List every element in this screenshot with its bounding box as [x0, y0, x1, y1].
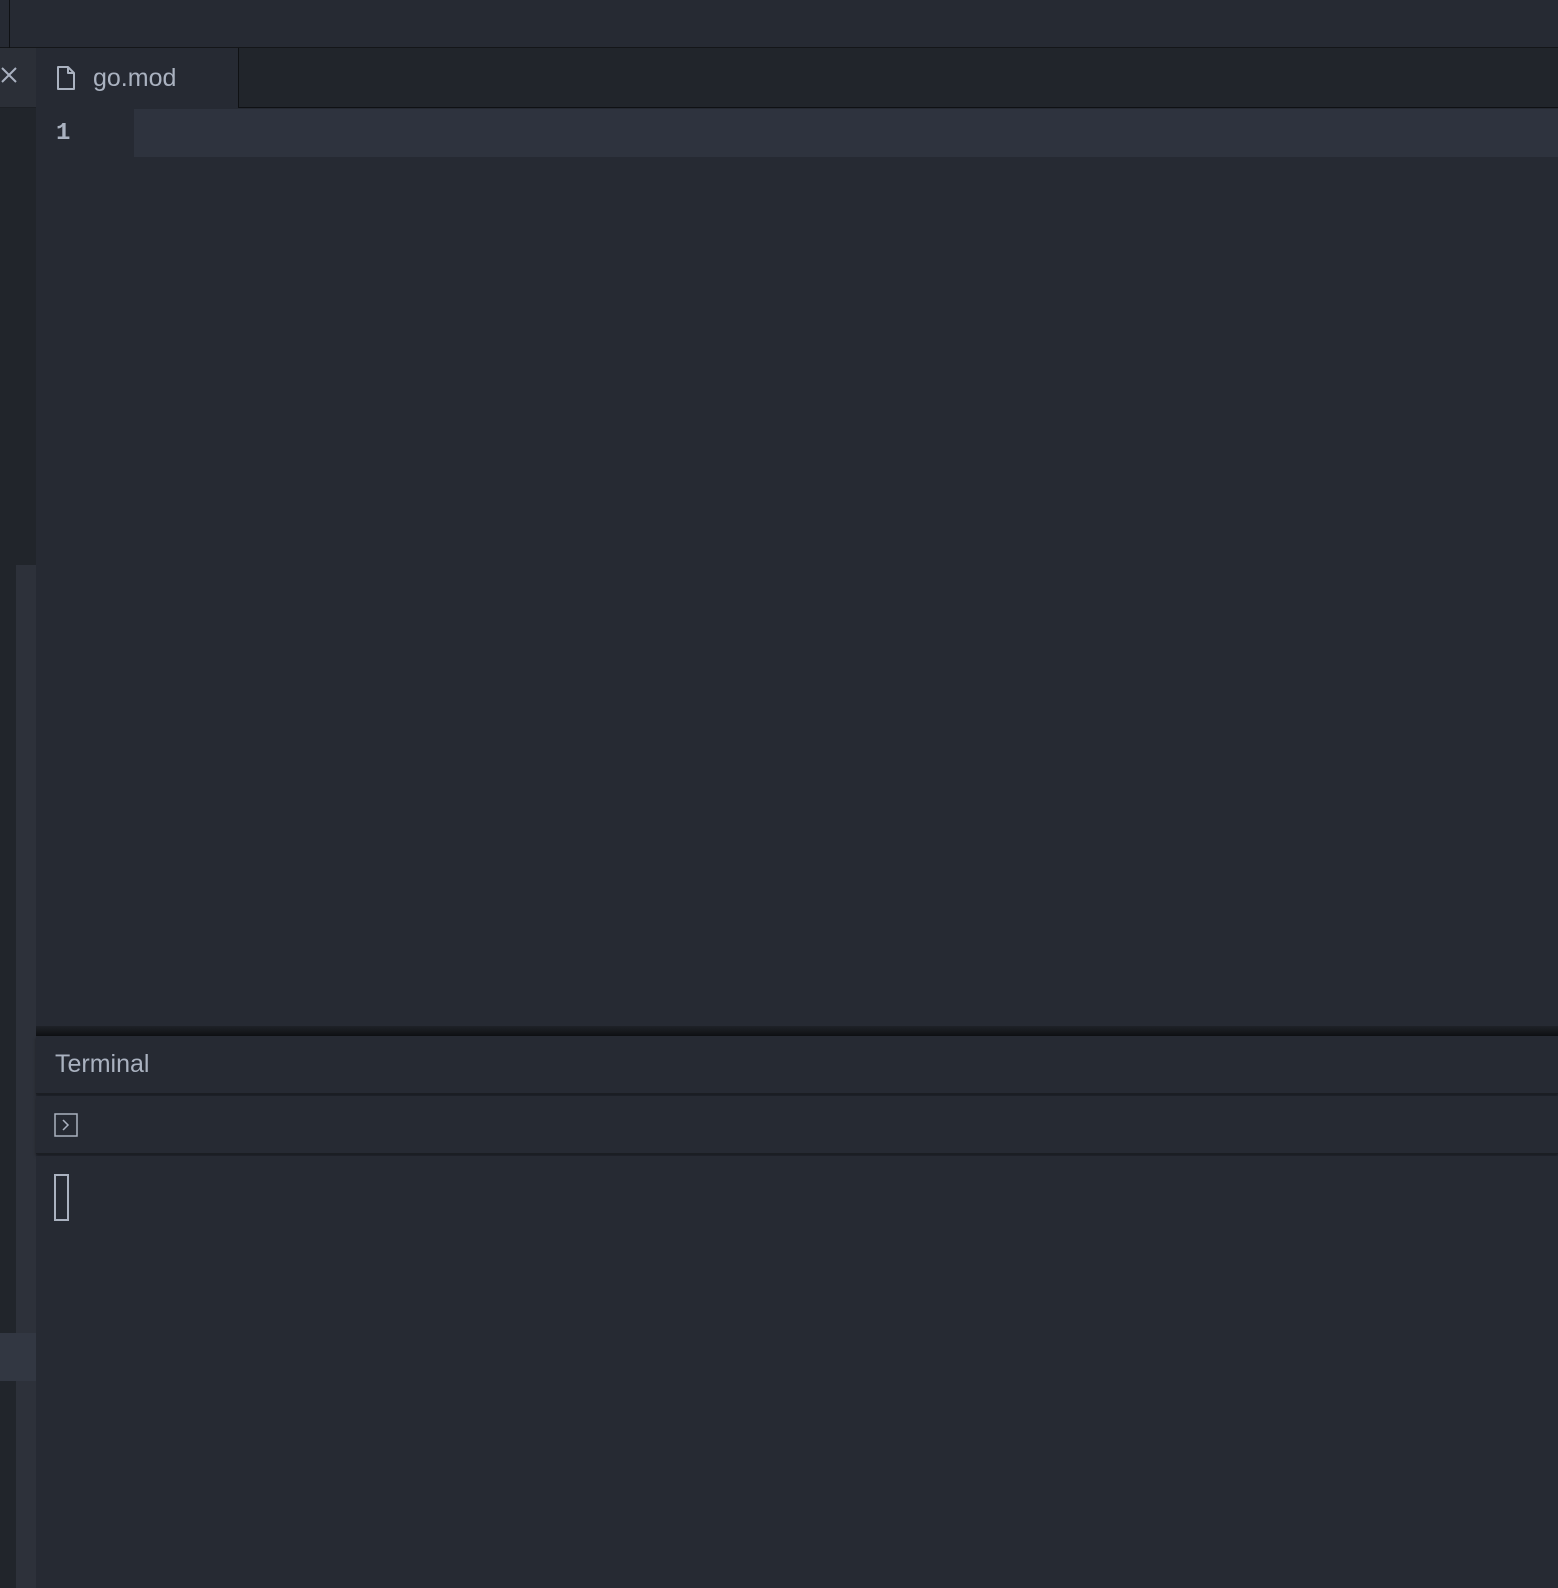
terminal-toolbar — [36, 1096, 1558, 1154]
sidebar-scrollbar[interactable] — [16, 565, 36, 1588]
sidebar — [0, 48, 36, 1588]
sidebar-selected-item[interactable] — [0, 1333, 36, 1381]
terminal-prompt-icon[interactable] — [54, 1113, 78, 1142]
panel-splitter[interactable] — [36, 1026, 1558, 1036]
tab-bar: go.mod — [36, 48, 1558, 108]
line-number-gutter: 1 — [36, 108, 134, 1030]
title-bar — [0, 0, 1558, 48]
close-icon — [0, 66, 18, 89]
main-area: go.mod 1 Terminal — [36, 48, 1558, 1588]
tab-go-mod[interactable]: go.mod — [36, 48, 239, 108]
file-icon — [56, 65, 76, 91]
current-line-highlight[interactable] — [134, 109, 1558, 157]
terminal-output[interactable] — [36, 1156, 1558, 1588]
tab-label: go.mod — [93, 63, 177, 92]
sidebar-close-button[interactable] — [0, 48, 36, 108]
line-number: 1 — [56, 120, 71, 147]
title-bar-divider — [9, 0, 10, 48]
app-window: go.mod 1 Terminal — [0, 0, 1558, 1588]
code-editor[interactable]: 1 — [36, 108, 1558, 1030]
terminal-title: Terminal — [55, 1050, 150, 1078]
terminal-header: Terminal — [36, 1036, 1558, 1094]
